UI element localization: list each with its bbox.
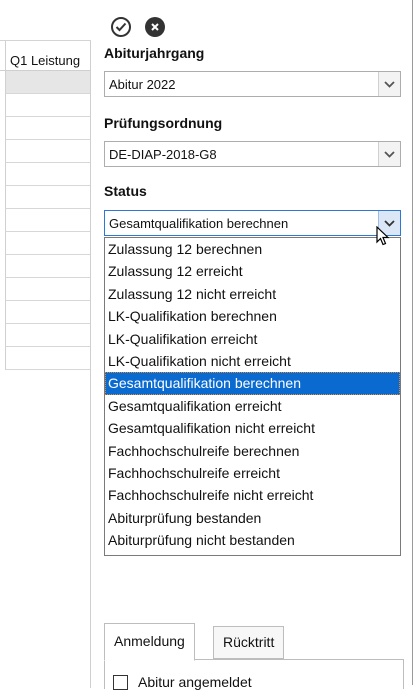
status-option[interactable]: Abiturprüfung nicht bestanden [105,529,400,551]
table-row[interactable] [5,140,90,163]
detail-panel: Abiturjahrgang Abitur 2022 Prüfungsordnu… [91,0,416,690]
grid-column-header[interactable]: Q1 Leistung [10,53,80,68]
table-row[interactable] [5,186,90,209]
pruefungsordnung-label: Prüfungsordnung [104,115,223,131]
abiturjahrgang-label: Abiturjahrgang [104,45,205,61]
pruefungsordnung-value: DE-DIAP-2018-G8 [109,147,217,162]
status-option[interactable]: Gesamtqualifikation erreicht [105,395,400,417]
status-option[interactable]: LK-Qualifikation berechnen [105,305,400,327]
abiturjahrgang-select[interactable]: Abitur 2022 [104,71,401,97]
grid-body [0,71,90,370]
status-option[interactable]: Gesamtqualifikation berechnen [105,372,400,395]
chevron-down-icon[interactable] [378,142,400,166]
tab-anmeldung[interactable]: Anmeldung [104,623,195,661]
status-option[interactable]: Zulassung 12 erreicht [105,260,400,282]
status-label: Status [104,183,147,199]
table-row[interactable] [5,232,90,255]
status-value: Gesamtqualifikation berechnen [109,216,289,231]
table-row[interactable] [5,301,90,324]
cancel-x-icon[interactable] [145,17,165,37]
status-option[interactable]: Gesamtqualifikation nicht erreicht [105,417,400,439]
mouse-cursor-icon [376,225,390,249]
table-row[interactable] [5,94,90,117]
status-option[interactable]: Zulassung 12 nicht erreicht [105,283,400,305]
status-option[interactable]: Fachhochschulreife nicht erreicht [105,484,400,506]
status-dropdown-list[interactable]: Zulassung 12 berechnen Zulassung 12 errei… [104,237,401,556]
abitur-angemeldet-label: Abitur angemeldet [138,674,252,690]
table-row[interactable] [5,278,90,301]
abiturjahrgang-value: Abitur 2022 [109,77,176,92]
status-option[interactable]: Fachhochschulreife erreicht [105,462,400,484]
status-option[interactable]: LK-Qualifikation nicht erreicht [105,350,400,372]
data-grid: Q1 Leistung [0,40,91,688]
table-row[interactable] [5,71,90,94]
table-row[interactable] [5,255,90,278]
abitur-angemeldet-checkbox[interactable] [113,675,128,690]
tab-control: Anmeldung Rücktritt Abitur angemeldet [104,621,404,690]
status-option[interactable]: Abiturprüfung bestanden [105,507,400,529]
table-row[interactable] [5,347,90,370]
grid-header: Q1 Leistung [0,41,90,71]
table-row[interactable] [5,117,90,140]
chevron-down-icon[interactable] [378,72,400,96]
table-row[interactable] [5,163,90,186]
status-select[interactable]: Gesamtqualifikation berechnen [104,210,401,236]
tab-ruecktritt[interactable]: Rücktritt [213,626,285,659]
pruefungsordnung-select[interactable]: DE-DIAP-2018-G8 [104,141,401,167]
status-option[interactable]: Fachhochschulreife berechnen [105,440,400,462]
status-option[interactable]: LK-Qualifikation erreicht [105,328,400,350]
confirm-check-icon[interactable] [111,17,131,37]
table-row[interactable] [5,324,90,347]
status-option[interactable]: Zulassung 12 berechnen [105,238,400,260]
table-row[interactable] [5,209,90,232]
